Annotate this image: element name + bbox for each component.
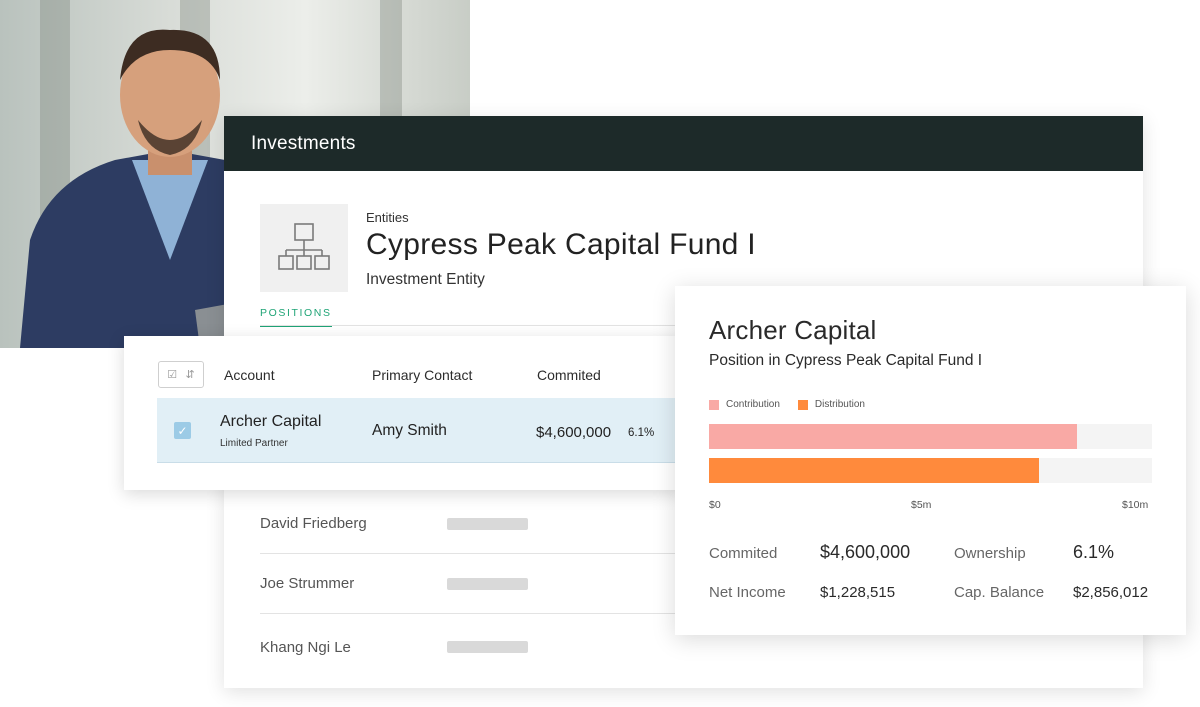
stat-value-net-income: $1,228,515 — [820, 584, 896, 601]
column-header-account[interactable]: Account — [224, 367, 275, 383]
stat-label-ownership: Ownership — [954, 545, 1026, 562]
column-header-primary-contact[interactable]: Primary Contact — [372, 367, 472, 383]
committed-percent: 6.1% — [628, 427, 655, 439]
legend-swatch — [709, 399, 719, 410]
row-checkbox[interactable]: ✓ — [174, 422, 191, 439]
legend-swatch — [797, 399, 808, 410]
table-row-selected[interactable]: ✓ Archer Capital Limited Partner Amy Smi… — [157, 398, 684, 463]
table-row[interactable]: David Friedberg — [260, 494, 680, 554]
column-header-committed[interactable]: Commited — [537, 367, 601, 383]
account-name: Archer Capital — [220, 413, 322, 430]
bar-contribution — [709, 424, 1077, 449]
table-row[interactable]: Joe Strummer — [260, 554, 680, 614]
entity-avatar — [260, 204, 348, 292]
stat-label-net-income: Net Income — [709, 584, 786, 601]
select-all-dropdown[interactable]: ☑ ⇵ — [158, 361, 204, 388]
investments-header: Investments — [224, 116, 1143, 171]
position-title: Archer Capital — [709, 315, 877, 345]
account-name: David Friedberg — [260, 515, 367, 532]
account-role: Limited Partner — [220, 438, 288, 449]
entity-type: Investment Entity — [366, 271, 485, 288]
placeholder-bar — [447, 641, 528, 653]
legend-label: Distribution — [814, 399, 865, 410]
x-tick-label: $5m — [911, 499, 932, 511]
x-tick-label: $10m — [1122, 499, 1149, 511]
placeholder-bar — [447, 517, 528, 530]
entity-name: Cypress Peak Capital Fund I — [366, 228, 756, 261]
position-detail-card: Archer Capital Position in Cypress Peak … — [675, 286, 1186, 635]
page-title: Investments — [251, 132, 356, 154]
bar-distribution — [709, 458, 1040, 483]
check-icon: ✓ — [177, 423, 188, 438]
placeholder-bar — [447, 577, 528, 590]
stat-value-committed: $4,600,000 — [820, 542, 911, 562]
breadcrumb[interactable]: Entities — [366, 210, 409, 225]
bar-track-distribution — [709, 458, 1152, 483]
checkbox-icon: ☑ — [167, 369, 178, 381]
legend-item-contribution: Contribution — [709, 399, 780, 410]
primary-contact: Amy Smith — [372, 422, 447, 439]
stat-value-ownership: 6.1% — [1073, 542, 1115, 562]
bar-track-contribution — [709, 424, 1152, 449]
legend-label: Contribution — [726, 399, 780, 410]
chart-legend: Contribution Distribution — [709, 399, 883, 410]
stat-label-cap-balance: Cap. Balance — [954, 584, 1045, 601]
stat-label-committed: Commited — [709, 545, 778, 562]
account-name: Joe Strummer — [260, 575, 355, 592]
org-chart-icon — [278, 223, 330, 270]
tab-positions[interactable]: POSITIONS — [260, 307, 332, 327]
positions-table: ☑ ⇵ Account Primary Contact Commited ✓ A… — [124, 336, 684, 490]
table-row[interactable]: Khang Ngi Le — [260, 617, 680, 677]
x-tick-label: $0 — [709, 499, 721, 511]
account-name: Khang Ngi Le — [260, 638, 351, 656]
position-subtitle: Position in Cypress Peak Capital Fund I — [709, 352, 983, 369]
legend-item-distribution: Distribution — [797, 399, 865, 410]
committed-amount: $4,600,000 — [536, 424, 612, 441]
chevron-updown-icon: ⇵ — [185, 369, 195, 381]
stat-value-cap-balance: $2,856,012 — [1073, 584, 1149, 601]
